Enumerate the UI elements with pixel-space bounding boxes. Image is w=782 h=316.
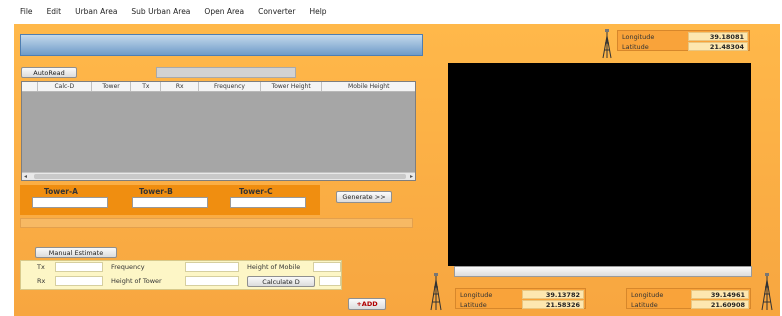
data-grid[interactable]: Calc-D Tower Tx Rx Frequency Tower Heigh…: [21, 81, 416, 181]
menu-bar: File Edit Urban Area Sub Urban Area Open…: [0, 0, 782, 22]
autoread-field[interactable]: [156, 67, 296, 78]
tower-top-icon: [602, 29, 612, 59]
scroll-left-icon[interactable]: ◂: [24, 173, 27, 180]
grid-col-tx[interactable]: Tx: [131, 82, 162, 91]
tower-bottom-left-icon: [430, 273, 442, 311]
map-status-bar[interactable]: [454, 266, 752, 277]
grid-col-calc-d[interactable]: Calc-D: [38, 82, 92, 91]
grid-col-frequency[interactable]: Frequency: [199, 82, 261, 91]
menu-open-area[interactable]: Open Area: [204, 7, 244, 16]
longitude-label: Longitude: [631, 291, 664, 299]
grid-col-mobile-height[interactable]: Mobile Height: [322, 82, 415, 91]
menu-sub-urban-area[interactable]: Sub Urban Area: [131, 7, 190, 16]
menu-urban-area[interactable]: Urban Area: [75, 7, 117, 16]
frequency-label: Frequency: [111, 263, 145, 271]
tower-c-label: Tower-C: [239, 187, 273, 196]
rx-input[interactable]: [55, 276, 103, 286]
tower-a-label: Tower-A: [44, 187, 78, 196]
height-of-mobile-input[interactable]: [313, 262, 341, 272]
latitude-label: Latitude: [460, 301, 487, 309]
tower-a-input[interactable]: [32, 197, 108, 208]
tx-label: Tx: [37, 263, 45, 271]
height-of-mobile-label: Height of Mobile: [247, 263, 301, 271]
tower-panel: Tower-A Tower-B Tower-C: [20, 185, 320, 215]
menu-file[interactable]: File: [20, 7, 33, 16]
menu-converter[interactable]: Converter: [258, 7, 295, 16]
longitude-value: 39.18081: [688, 32, 748, 41]
grid-col-select[interactable]: [22, 82, 38, 91]
coords-top-right: Longitude 39.18081 Latitude 21.48304: [617, 30, 750, 51]
latitude-value: 21.58326: [522, 300, 584, 309]
main-panel: AutoRead Calc-D Tower Tx Rx Frequency To…: [14, 24, 780, 316]
frequency-input[interactable]: [185, 262, 239, 272]
menu-help[interactable]: Help: [309, 7, 326, 16]
scroll-thumb[interactable]: [34, 174, 406, 179]
rx-label: Rx: [37, 277, 46, 285]
coords-bottom-left: Longitude 39.13782 Latitude 21.58326: [455, 288, 586, 309]
longitude-label: Longitude: [460, 291, 493, 299]
tower-b-label: Tower-B: [139, 187, 173, 196]
grid-horizontal-scrollbar[interactable]: ◂ ▸: [22, 172, 415, 180]
calculate-d-result[interactable]: [319, 276, 341, 286]
longitude-value: 39.14961: [691, 290, 749, 299]
tower-bottom-right-icon: [761, 273, 773, 311]
manual-estimate-panel: Tx Frequency Height of Mobile Rx Height …: [20, 260, 342, 290]
coords-bottom-right: Longitude 39.14961 Latitude 21.60908: [626, 288, 751, 309]
longitude-label: Longitude: [622, 33, 655, 41]
height-of-tower-input[interactable]: [185, 276, 239, 286]
tx-input[interactable]: [55, 262, 103, 272]
latitude-value: 21.60908: [691, 300, 749, 309]
grid-col-tower-height[interactable]: Tower Height: [261, 82, 323, 91]
height-of-tower-label: Height of Tower: [111, 277, 162, 285]
grid-col-rx[interactable]: Rx: [161, 82, 200, 91]
title-banner: [20, 34, 423, 56]
grid-col-tower[interactable]: Tower: [92, 82, 132, 91]
tower-c-input[interactable]: [230, 197, 306, 208]
longitude-value: 39.13782: [522, 290, 584, 299]
latitude-label: Latitude: [631, 301, 658, 309]
generate-button[interactable]: Generate >>: [336, 191, 392, 203]
grid-header: Calc-D Tower Tx Rx Frequency Tower Heigh…: [22, 82, 415, 92]
manual-estimate-button[interactable]: Manual Estimate: [35, 247, 117, 258]
tower-b-input[interactable]: [132, 197, 208, 208]
latitude-value: 21.48304: [688, 42, 748, 51]
autoread-button[interactable]: AutoRead: [21, 67, 77, 78]
scroll-right-icon[interactable]: ▸: [410, 173, 413, 180]
map-display[interactable]: [448, 63, 751, 266]
calculate-d-button[interactable]: Calculate D: [247, 276, 315, 287]
latitude-label: Latitude: [622, 43, 649, 51]
status-strip: [20, 218, 413, 228]
menu-edit[interactable]: Edit: [47, 7, 62, 16]
add-button[interactable]: +ADD: [348, 298, 386, 310]
